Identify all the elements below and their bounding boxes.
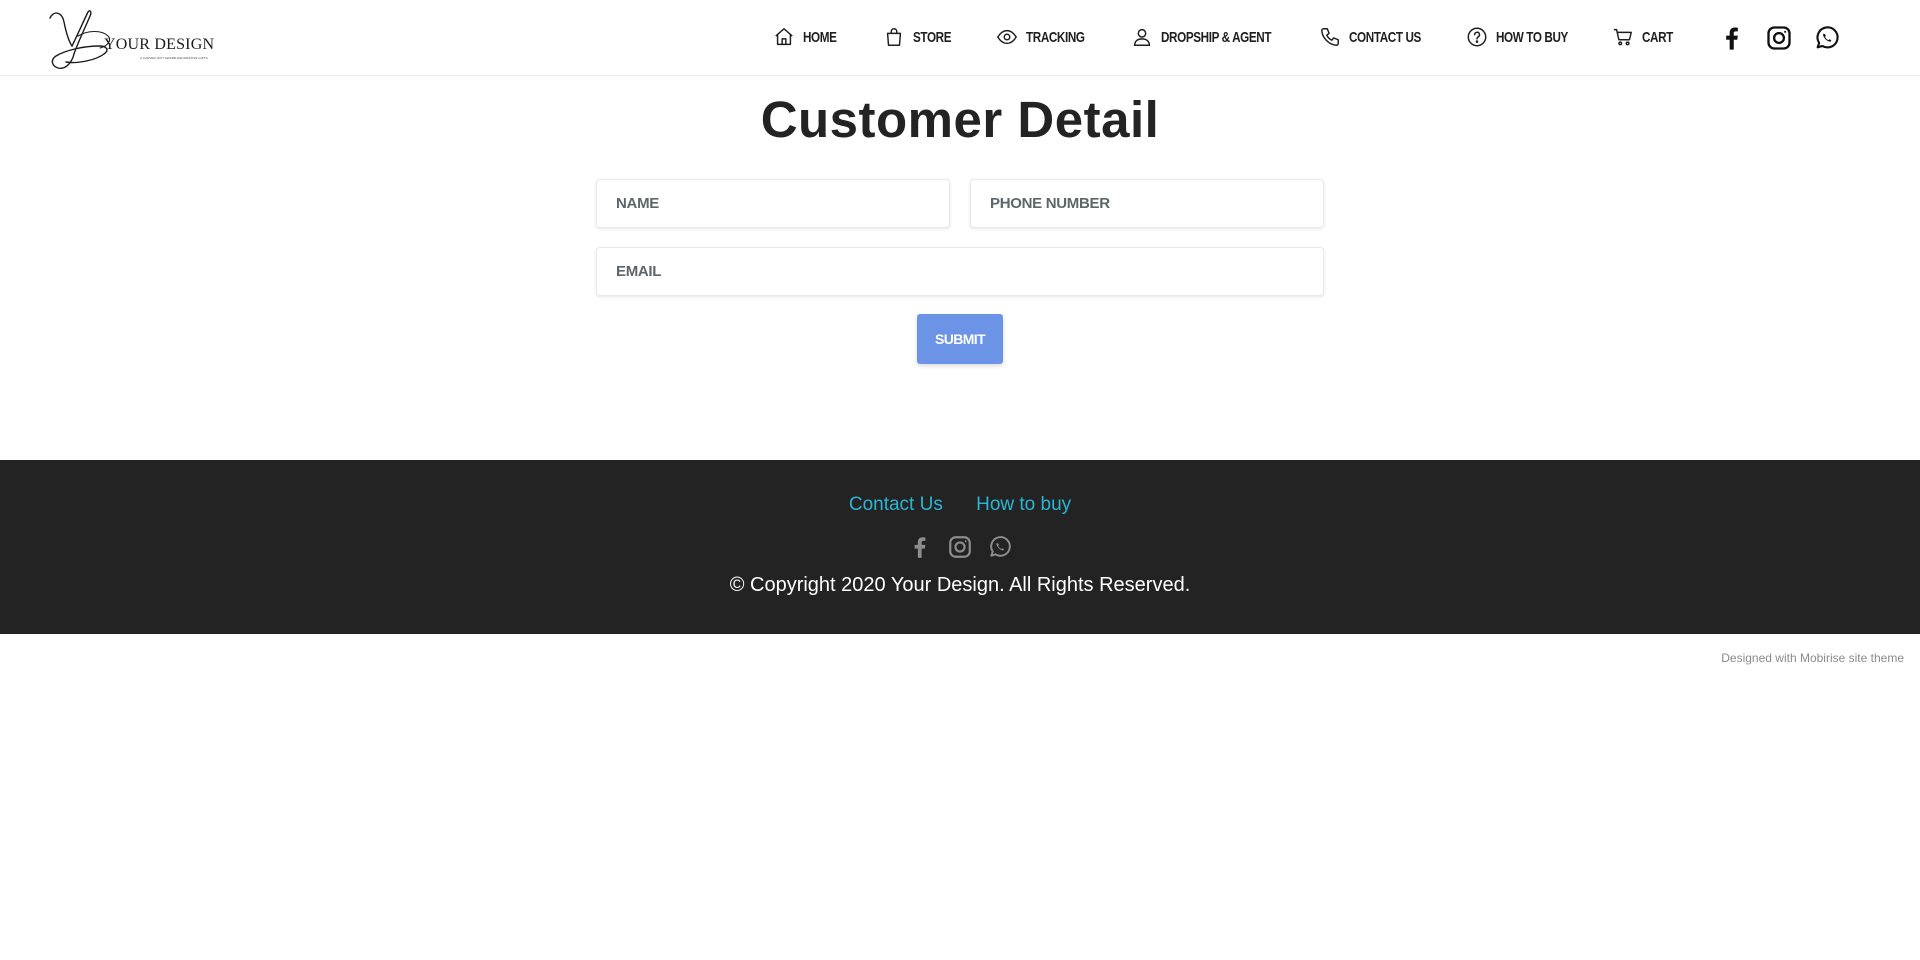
nav-item-tracking[interactable]: TRACKING [996, 24, 1101, 50]
home-icon [775, 28, 793, 46]
nav-item-how-to-buy[interactable]: HOW TO BUY [1466, 24, 1588, 50]
nav-label-how-to-buy: HOW TO BUY [1496, 28, 1568, 46]
nav-label-home: HOME [803, 28, 837, 46]
nav-item-dropship-agent[interactable]: DROPSHIP & AGENT [1131, 24, 1302, 50]
whatsapp-icon [990, 536, 1011, 557]
site-footer: Contact Us How to buy © Copyright 2020 Y… [0, 460, 1920, 634]
copyright-text: © Copyright 2020 Your Design. All Rights… [729, 574, 1191, 596]
nav-label-store: STORE [913, 28, 952, 46]
footer-links: Contact Us How to buy [0, 494, 1920, 516]
footer-social-icons [0, 534, 1920, 560]
facebook-icon [1726, 27, 1738, 50]
main-nav: HOME STORE TRACKING DROPSHIP & AGENT CON… [0, 0, 1920, 76]
question-circle-icon [1467, 27, 1487, 47]
nav-label-dropship-agent: DROPSHIP & AGENT [1161, 28, 1272, 46]
instagram-icon [1767, 26, 1791, 50]
user-icon [1133, 28, 1151, 46]
submit-button[interactable]: SUBMIT [917, 314, 1003, 364]
cart-icon [1613, 28, 1632, 46]
nav-item-cart[interactable]: CART [1612, 24, 1682, 50]
name-input[interactable] [596, 179, 950, 228]
nav-item-contact-us[interactable]: CONTACT US [1319, 24, 1441, 50]
instagram-icon [949, 536, 971, 558]
facebook-link-footer[interactable] [907, 534, 933, 560]
whatsapp-icon [1816, 26, 1839, 49]
nav-item-store[interactable]: STORE [883, 24, 962, 50]
shopping-bag-icon [886, 28, 902, 46]
footer-link-how-to-buy[interactable]: How to buy [976, 494, 1071, 515]
page-title: Customer Detail [760, 91, 1160, 148]
mobirise-credit-link[interactable]: Designed with Mobirise site theme [1721, 651, 1904, 665]
phone-number-input[interactable] [970, 179, 1324, 228]
nav-item-home[interactable]: HOME [773, 24, 846, 50]
facebook-icon [914, 537, 926, 558]
nav-label-cart: CART [1642, 28, 1673, 46]
facebook-link-top[interactable] [1718, 24, 1746, 52]
footer-link-contact-us[interactable]: Contact Us [849, 494, 943, 515]
whatsapp-link-footer[interactable] [987, 534, 1013, 560]
whatsapp-link-top[interactable] [1813, 24, 1841, 52]
nav-label-tracking: TRACKING [1026, 28, 1085, 46]
eye-icon [996, 29, 1018, 45]
nav-label-contact-us: CONTACT US [1349, 28, 1421, 46]
instagram-link-footer[interactable] [947, 534, 973, 560]
email-input[interactable] [596, 247, 1324, 296]
phone-icon [1321, 28, 1339, 46]
site-header: YOUR DESIGN A CARVED GIFT AWARD DECORATI… [0, 0, 1920, 76]
instagram-link-top[interactable] [1765, 24, 1793, 52]
